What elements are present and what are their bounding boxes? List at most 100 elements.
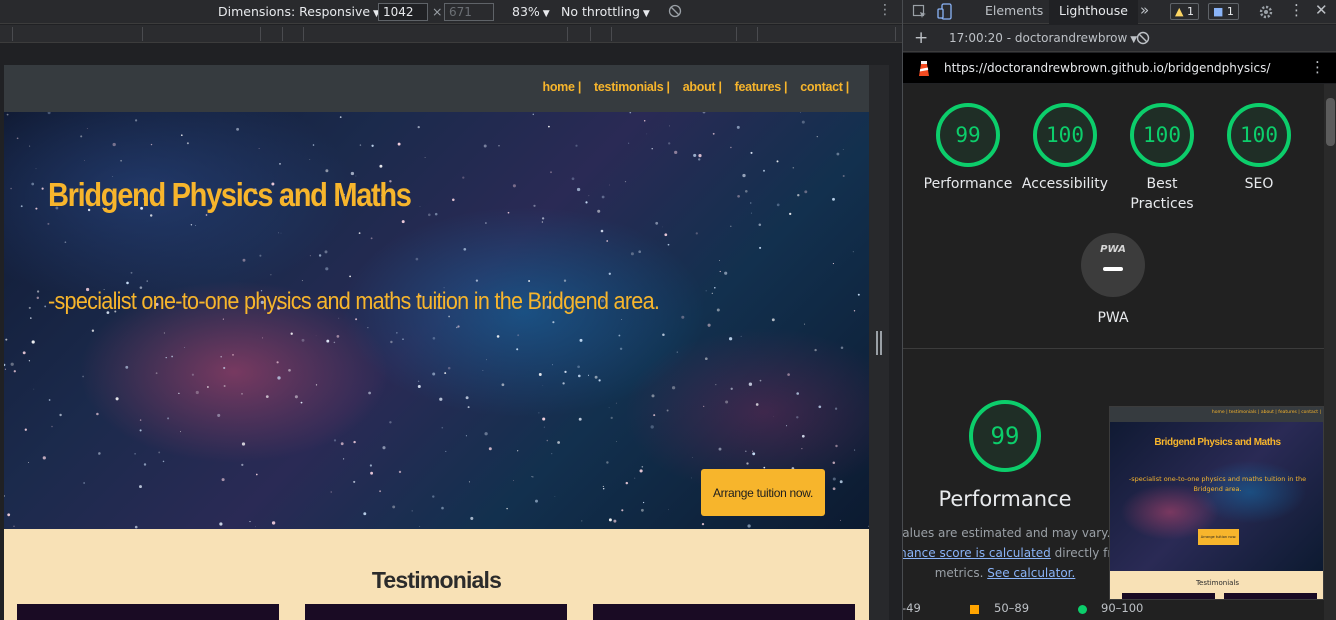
settings-gear-icon[interactable] [1258, 4, 1274, 20]
testimonial-card [305, 604, 567, 620]
more-options-icon[interactable]: ⋮ [878, 2, 892, 18]
desc-line: metrics. See calculator. [903, 563, 1115, 583]
times-separator: × [432, 4, 443, 19]
gauge-score: 99 [955, 123, 981, 147]
gauge-best-practices[interactable]: 100 Best Practices [1113, 103, 1211, 214]
zoom-value: 83% [512, 4, 540, 19]
hero-section: Bridgend Physics and Maths -specialist o… [4, 112, 869, 529]
pwa-label: PWA [1097, 310, 1129, 326]
clear-reports-icon[interactable] [1136, 31, 1150, 45]
devtools-scrollbar-thumb[interactable] [1326, 98, 1335, 146]
dropdown-arrow-icon: ▼ [642, 9, 650, 19]
gauge-seo[interactable]: 100 SEO [1210, 103, 1308, 194]
new-report-icon[interactable]: + [914, 28, 928, 48]
legend-average-label: 50–89 [994, 601, 1030, 615]
report-selector[interactable]: 17:00:20 - doctorandrewbrow ▼ [949, 31, 1137, 45]
testimonial-card [17, 604, 279, 620]
gauge-ring: 99 [936, 103, 1000, 167]
nav-link-contact[interactable]: contact | [800, 80, 849, 94]
lighthouse-report: 99 Performance 100 Accessibility 100 Bes… [903, 84, 1324, 620]
legend-average-square-icon [970, 605, 979, 614]
throttling-dropdown[interactable]: No throttling ▼ [561, 4, 650, 19]
gauge-performance[interactable]: 99 Performance [919, 103, 1017, 194]
gauge-score: 100 [1240, 123, 1278, 147]
zoom-dropdown[interactable]: 83% ▼ [512, 4, 550, 19]
thumbnail-card [1224, 593, 1317, 599]
pwa-dash-icon [1103, 267, 1123, 271]
lighthouse-toolbar: + 17:00:20 - doctorandrewbrow ▼ [903, 25, 1336, 52]
nav-link-home[interactable]: home | [543, 80, 582, 94]
width-input[interactable]: 1042 [378, 3, 428, 21]
emulated-viewport: home | testimonials | about | features |… [4, 65, 869, 620]
desc-line: Values are estimated and may vary. The [903, 526, 1115, 540]
device-toolbar: Dimensions: Responsive ▼ 1042 × 671 83% ▼ … [0, 0, 902, 24]
height-input[interactable]: 671 [444, 3, 494, 21]
more-tabs-icon[interactable]: » [1140, 1, 1149, 19]
hero-tagline: -specialist one-to-one physics and maths… [48, 288, 660, 315]
thumbnail-tagline: -specialist one-to-one physics and maths… [1128, 475, 1307, 493]
gauge-accessibility[interactable]: 100 Accessibility [1016, 103, 1114, 194]
score-legend: -49 50–89 90–100 [903, 599, 1324, 619]
gauge-score: 100 [1143, 123, 1181, 147]
rotate-icon[interactable] [668, 4, 682, 18]
tab-lighthouse[interactable]: Lighthouse [1049, 0, 1138, 24]
gauge-pwa[interactable]: PWA [1081, 233, 1145, 297]
testimonial-card [593, 604, 855, 620]
performance-title: Performance [938, 487, 1072, 511]
nav-link-testimonials[interactable]: testimonials | [594, 80, 670, 94]
site-navbar: home | testimonials | about | features |… [4, 65, 869, 112]
pwa-badge-icon: PWA [1081, 233, 1145, 297]
thumbnail-testimonials-heading: Testimonials [1195, 579, 1240, 587]
thumbnail-cta: Arrange tuition now. [1198, 529, 1239, 545]
performance-score: 99 [990, 422, 1020, 450]
viewport-resize-handle[interactable] [876, 331, 882, 355]
final-screenshot-thumbnail[interactable]: home | testimonials | about | features |… [1109, 406, 1324, 600]
customize-menu-icon[interactable]: ⋮ [1289, 1, 1304, 19]
gauge-ring: 100 [1033, 103, 1097, 167]
warning-icon: ▲ [1175, 5, 1184, 18]
arrange-tuition-button[interactable]: Arrange tuition now. [701, 469, 825, 516]
hero-starfield-background [4, 112, 869, 529]
lighthouse-logo-icon [919, 61, 929, 76]
dimensions-dropdown[interactable]: Dimensions: Responsive ▼ [218, 4, 380, 19]
devtools-scrollbar[interactable] [1324, 84, 1336, 620]
performance-score-gauge: 99 [969, 400, 1041, 472]
report-label: 17:00:20 - doctorandrewbrow [949, 31, 1128, 45]
thumbnail-nav: home | testimonials | about | features |… [1110, 407, 1323, 422]
desc-text: metrics. [934, 566, 984, 580]
warnings-badge[interactable]: ▲ 1 [1170, 3, 1199, 20]
legend-pass-label: 90–100 [1101, 601, 1144, 615]
report-url[interactable]: https://doctorandrewbrown.github.io/brid… [944, 61, 1270, 75]
nav-link-features[interactable]: features | [735, 80, 788, 94]
see-calculator-link[interactable]: See calculator. [987, 566, 1075, 580]
gauge-ring: 100 [1227, 103, 1291, 167]
thumbnail-hero: Bridgend Physics and Maths -specialist o… [1110, 422, 1323, 571]
report-menu-icon[interactable]: ⋮ [1310, 58, 1325, 76]
warnings-count: 1 [1186, 5, 1194, 18]
testimonials-heading: Testimonials [371, 567, 502, 593]
message-icon: ■ [1213, 5, 1224, 18]
media-query-ruler[interactable] [0, 25, 902, 43]
desc-text: directly from t [1054, 546, 1115, 560]
tab-elements[interactable]: Elements [985, 3, 1043, 18]
messages-badge[interactable]: ■ 1 [1208, 3, 1239, 20]
performance-description: Values are estimated and may vary. The m… [903, 523, 1115, 583]
thumbnail-title: Bridgend Physics and Maths [1154, 437, 1281, 448]
pwa-badge-text: PWA [1100, 244, 1126, 255]
device-toggle-icon[interactable] [937, 3, 953, 20]
nav-link-about[interactable]: about | [683, 80, 722, 94]
dropdown-arrow-icon: ▼ [542, 9, 550, 19]
thumbnail-nav-text: home | testimonials | about | features |… [1211, 410, 1321, 415]
dimensions-label: Dimensions: Responsive [218, 4, 371, 19]
score-calculation-link[interactable]: mance score is calculated [903, 546, 1051, 560]
devtools-tabbar: Elements Lighthouse » ▲ 1 ■ 1 ⋮ ✕ [903, 0, 1336, 24]
desc-line: mance score is calculated directly from … [903, 543, 1115, 563]
throttling-value: No throttling [561, 4, 640, 19]
report-url-bar: https://doctorandrewbrown.github.io/brid… [903, 53, 1336, 83]
inspect-element-icon[interactable] [912, 4, 928, 20]
gauge-label: SEO [1244, 176, 1274, 192]
close-icon[interactable]: ✕ [1315, 1, 1328, 19]
divider [903, 348, 1324, 349]
thumbnail-card [1122, 593, 1215, 599]
legend-fail-label: -49 [903, 601, 921, 615]
